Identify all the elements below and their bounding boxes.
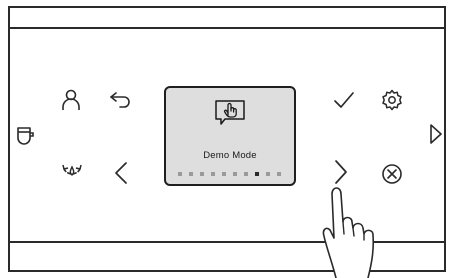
user-profile-icon[interactable]	[60, 88, 82, 112]
page-dot	[233, 172, 237, 176]
checkmark-icon[interactable]	[332, 90, 356, 110]
page-dot	[266, 172, 270, 176]
touch-hand-icon	[215, 100, 245, 125]
display-mode-label: Demo Mode	[203, 150, 257, 161]
page-dot	[277, 172, 281, 176]
page-dot	[244, 172, 248, 176]
page-dot	[200, 172, 204, 176]
gear-icon[interactable]	[380, 88, 404, 112]
page-dot	[178, 172, 182, 176]
device-display: Demo Mode	[164, 86, 296, 186]
chevron-left-icon[interactable]	[112, 160, 130, 186]
rinse-icon[interactable]	[60, 160, 84, 184]
page-dot-active	[255, 172, 259, 176]
page-dot	[222, 172, 226, 176]
triangle-right-icon[interactable]	[428, 123, 444, 145]
page-indicator	[178, 172, 284, 176]
cup-icon[interactable]	[14, 124, 38, 148]
page-dot	[189, 172, 193, 176]
pointing-hand-icon	[322, 187, 375, 278]
page-dot	[211, 172, 215, 176]
back-arrow-icon[interactable]	[108, 90, 132, 110]
top-divider	[8, 27, 446, 29]
